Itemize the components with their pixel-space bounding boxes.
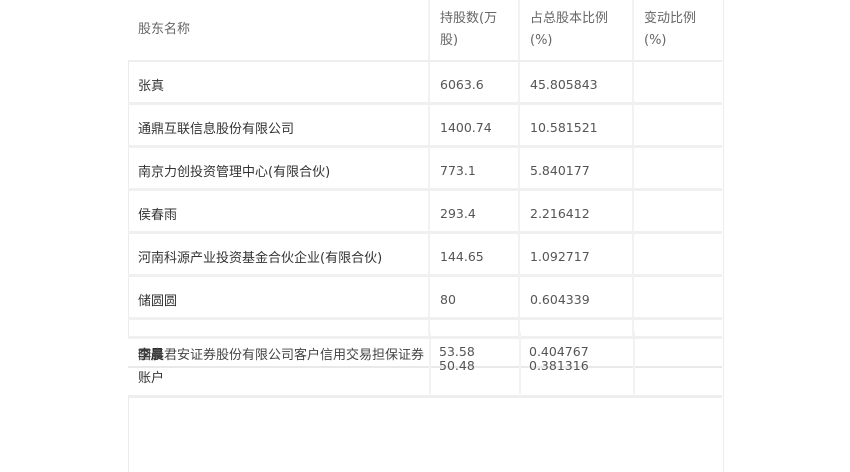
cell-change [632, 103, 722, 148]
shareholder-table: 股东名称 持股数(万 股) 占总股本比例 (%) 变动比例 (%) 张真 6063.6… [128, 0, 722, 363]
cell-change [632, 189, 722, 234]
row-name-guotai-account: 国泰君安证券股份有限公司客户信用交易担保证券 [138, 348, 425, 363]
cell-change [632, 275, 722, 320]
cell-shares: 773.1 [428, 146, 519, 191]
cell-shares: 293.4 [428, 189, 519, 234]
column-divider [429, 332, 431, 394]
table-row: 通鼎互联信息股份有限公司 1400.74 10.581521 [128, 103, 722, 148]
cell-shares: 80 [428, 275, 519, 320]
cell-shares: 1400.74 [428, 103, 519, 148]
cell-name: 张真 [128, 61, 429, 105]
column-divider [633, 332, 635, 394]
cell-name: 河南科源产业投资基金合伙企业(有限合伙) [128, 232, 429, 277]
cell-ratio: 45.805843 [518, 61, 633, 105]
cell-ratio-b: 0.381316 [529, 358, 589, 373]
cell-name: 侯春雨 [128, 189, 429, 234]
header-ratio: 占总股本比例 (%) [518, 0, 633, 62]
header-change: 变动比例 (%) [632, 0, 722, 62]
cell-change [632, 146, 722, 191]
cell-shares-b: 50.48 [439, 358, 475, 373]
cell-ratio: 1.092717 [518, 232, 633, 277]
cell-ratio: 5.840177 [518, 146, 633, 191]
header-shares: 持股数(万 股) [428, 0, 519, 62]
cell-change [632, 232, 722, 277]
cell-shares-a: 53.58 [439, 344, 475, 359]
table-header-row: 股东名称 持股数(万 股) 占总股本比例 (%) 变动比例 (%) [128, 0, 722, 62]
cell-name: 通鼎互联信息股份有限公司 [128, 103, 429, 148]
cell-ratio-a: 0.404767 [529, 344, 589, 359]
table-row: 储圆圆 80 0.604339 [128, 275, 722, 320]
cell-shares: 6063.6 [428, 61, 519, 105]
table-row: 河南科源产业投资基金合伙企业(有限合伙) 144.65 1.092717 [128, 232, 722, 277]
cell-change [632, 61, 722, 105]
cell-name: 南京力创投资管理中心(有限合伙) [128, 146, 429, 191]
overlapping-rows: 李晨 国泰君安证券股份有限公司客户信用交易担保证券 账户 53.58 50.48… [128, 332, 722, 398]
cell-shares: 144.65 [428, 232, 519, 277]
row-name-guotai-account-line2: 账户 [138, 371, 165, 386]
cell-ratio: 2.216412 [518, 189, 633, 234]
table-row: 张真 6063.6 45.805843 [128, 61, 722, 105]
table-row: 南京力创投资管理中心(有限合伙) 773.1 5.840177 [128, 146, 722, 191]
cell-name: 储圆圆 [128, 275, 429, 320]
header-name: 股东名称 [128, 0, 429, 62]
column-divider [519, 332, 521, 394]
cell-ratio: 10.581521 [518, 103, 633, 148]
cell-ratio: 0.604339 [518, 275, 633, 320]
table-row: 侯春雨 293.4 2.216412 [128, 189, 722, 234]
